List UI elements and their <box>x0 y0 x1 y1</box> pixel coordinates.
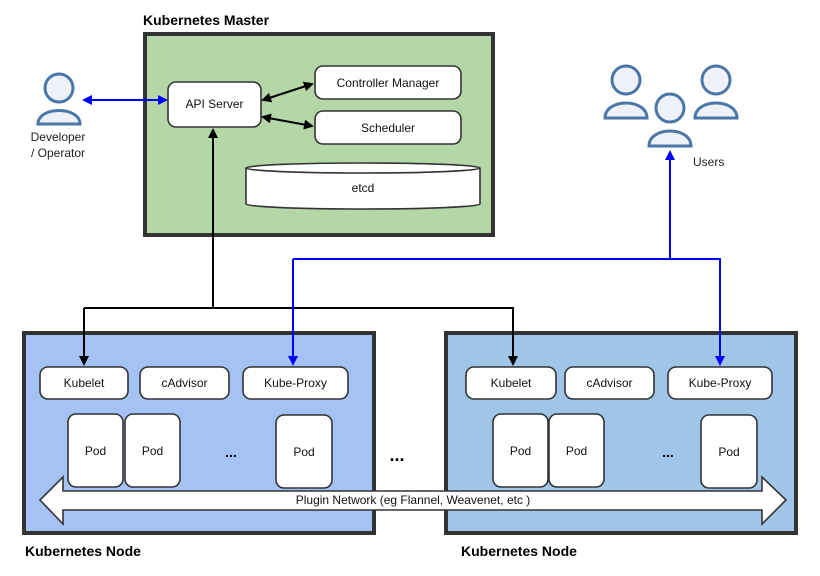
node1-title: Kubernetes Node <box>25 543 141 559</box>
scheduler-label: Scheduler <box>361 121 415 135</box>
node1-pod-2[interactable]: Pod <box>124 413 181 488</box>
node1-kubelet-box[interactable]: Kubelet <box>39 366 129 400</box>
node1-kube-proxy-box[interactable]: Kube-Proxy <box>242 366 349 400</box>
node2-pod-3-label: Pod <box>718 445 739 459</box>
node1-pod-3[interactable]: Pod <box>275 414 333 489</box>
between-nodes-ellipsis: ... <box>389 445 404 465</box>
node2-title: Kubernetes Node <box>461 543 577 559</box>
node1-pod-3-label: Pod <box>293 445 314 459</box>
developer-label-line2: / Operator <box>31 146 85 160</box>
developer-icon <box>36 72 82 126</box>
etcd-label: etcd <box>352 181 375 195</box>
api-server-label: API Server <box>185 97 243 111</box>
node2-pod-1[interactable]: Pod <box>492 413 549 488</box>
node1-kubelet-label: Kubelet <box>64 376 105 390</box>
node2-kubelet-label: Kubelet <box>491 376 532 390</box>
node1-pod-1[interactable]: Pod <box>67 413 124 488</box>
master-title: Kubernetes Master <box>143 12 270 28</box>
node2-pod-2[interactable]: Pod <box>548 413 605 488</box>
node2-cadvisor-label: cAdvisor <box>586 376 632 390</box>
users-icon <box>603 64 739 148</box>
node2-kube-proxy-box[interactable]: Kube-Proxy <box>667 366 773 400</box>
node2-kubelet-box[interactable]: Kubelet <box>465 366 557 400</box>
scheduler-box[interactable]: Scheduler <box>314 110 462 145</box>
node2-cadvisor-box[interactable]: cAdvisor <box>564 366 655 400</box>
node1-pod-1-label: Pod <box>85 444 106 458</box>
node2-pod-ellipsis: ... <box>662 444 674 460</box>
etcd-cylinder[interactable]: etcd <box>245 162 481 210</box>
users-label: Users <box>693 155 724 169</box>
node1-kube-proxy-label: Kube-Proxy <box>264 376 327 390</box>
node2-pod-3[interactable]: Pod <box>700 414 758 489</box>
controller-manager-label: Controller Manager <box>337 76 440 90</box>
developer-label-line1: Developer <box>31 130 86 144</box>
kubernetes-architecture-diagram: Kubernetes Master API Server Controller … <box>22 12 798 559</box>
plugin-network-label: Plugin Network (eg Flannel, Weavenet, et… <box>296 493 531 507</box>
node1-pod-2-label: Pod <box>142 444 163 458</box>
node2-pod-1-label: Pod <box>510 444 531 458</box>
api-server-box[interactable]: API Server <box>167 81 262 128</box>
controller-manager-box[interactable]: Controller Manager <box>314 65 462 100</box>
node1-cadvisor-box[interactable]: cAdvisor <box>139 366 230 400</box>
node2-kube-proxy-label: Kube-Proxy <box>689 376 752 390</box>
node1-cadvisor-label: cAdvisor <box>161 376 207 390</box>
node2-pod-2-label: Pod <box>566 444 587 458</box>
node1-pod-ellipsis: ... <box>225 444 237 460</box>
